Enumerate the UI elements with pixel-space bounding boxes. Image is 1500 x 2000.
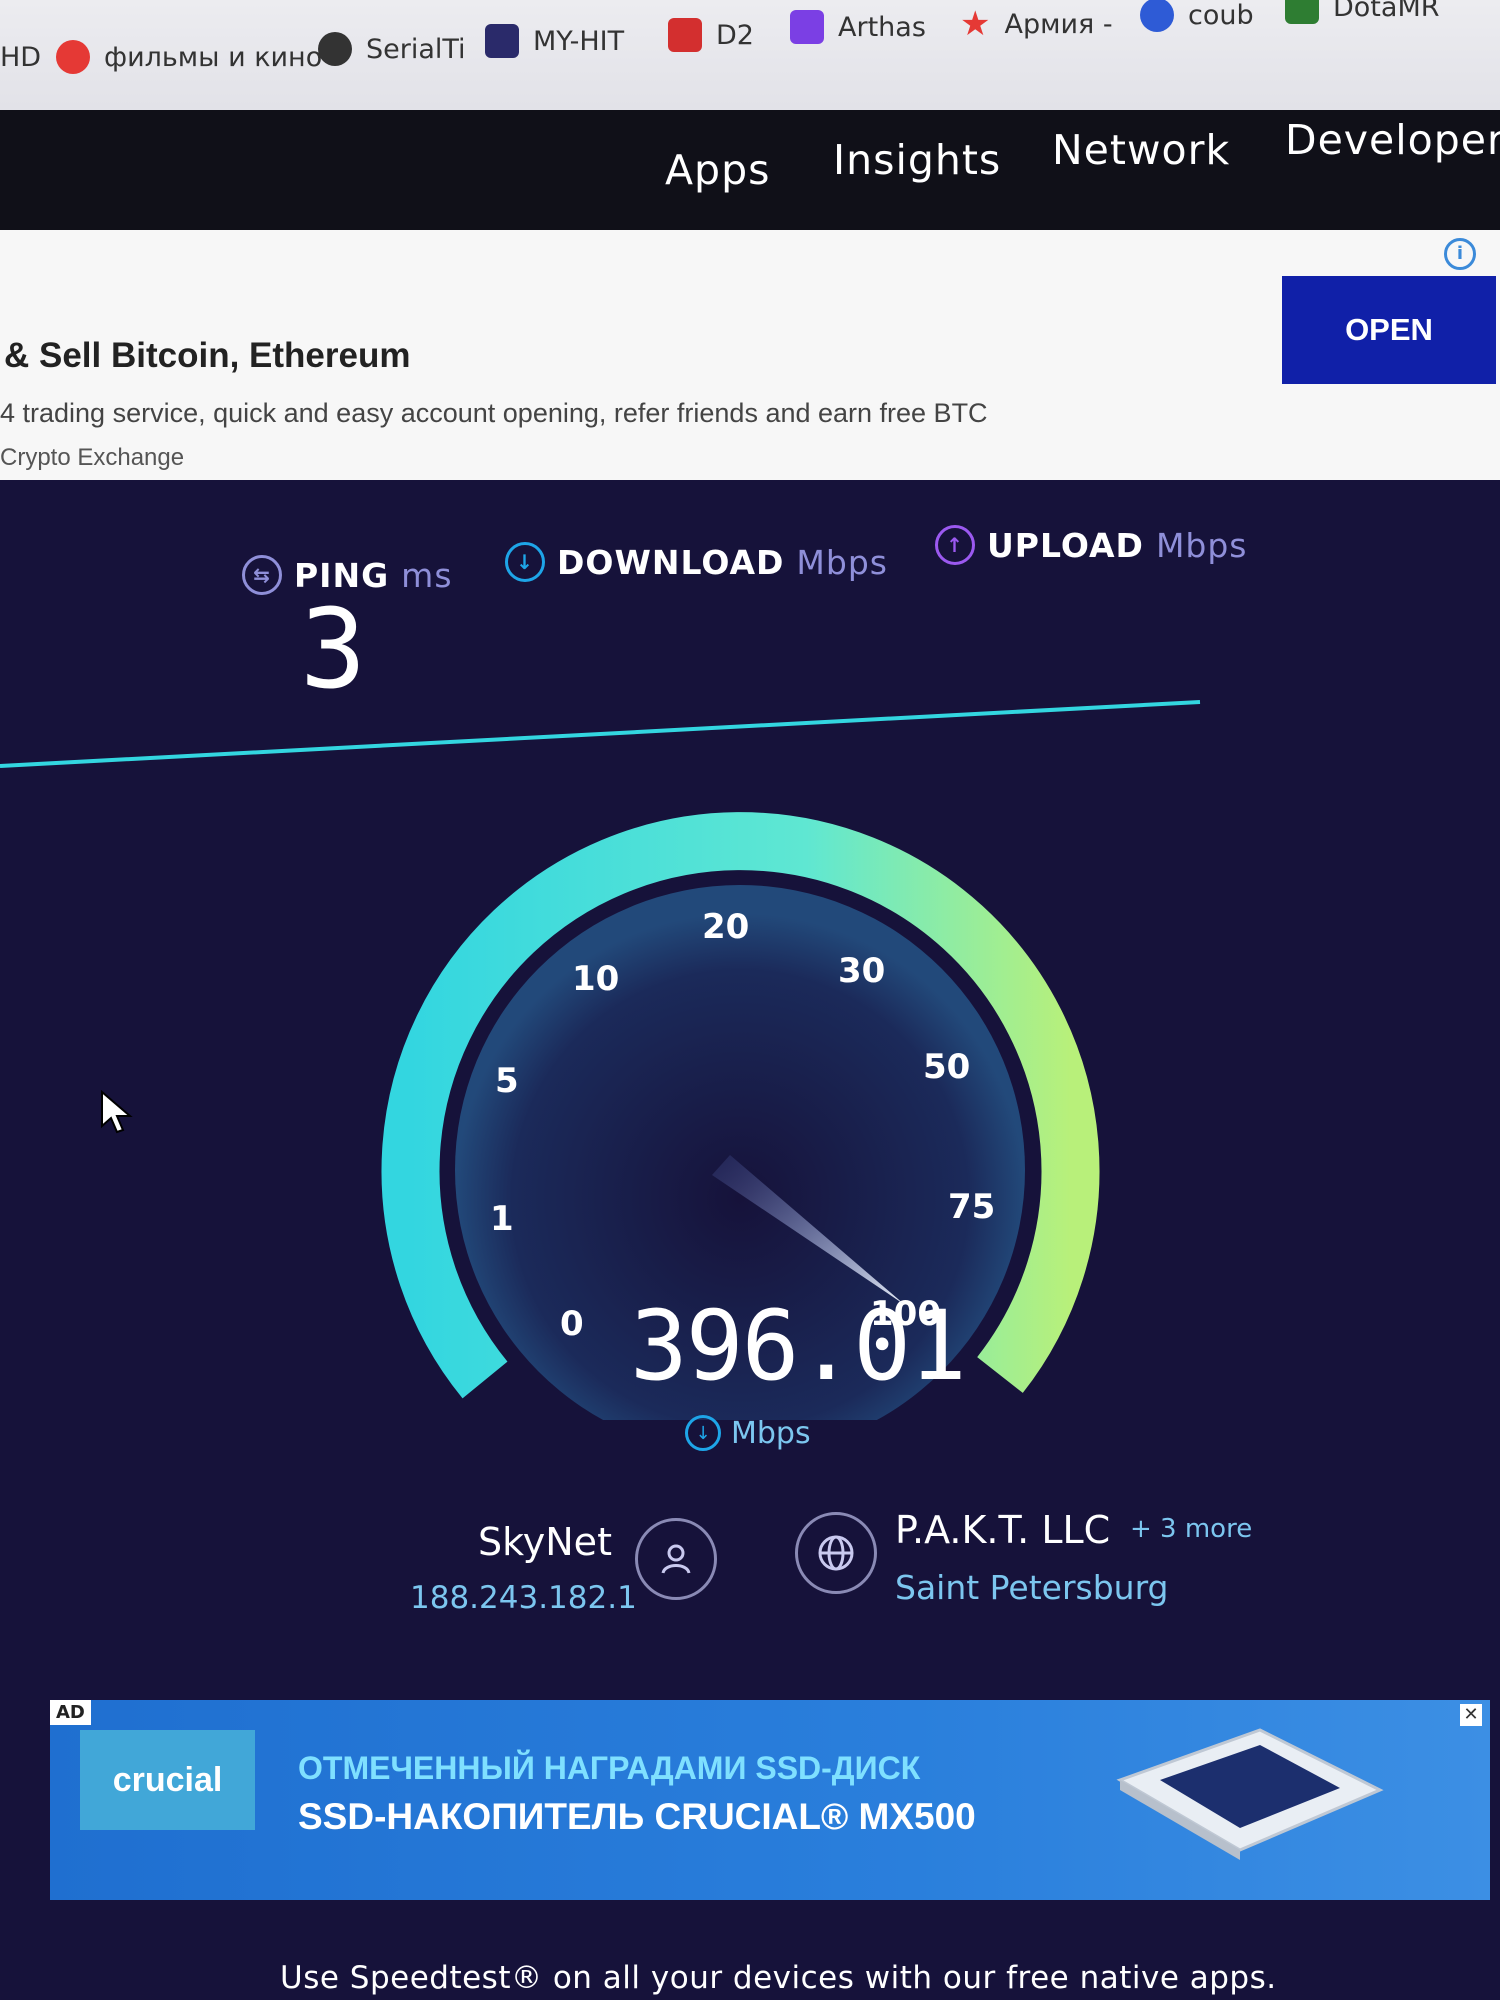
ad-open-button[interactable]: OPEN <box>1282 276 1496 384</box>
server-more-link[interactable]: + 3 more <box>1130 1514 1252 1544</box>
tick-30: 30 <box>838 951 885 991</box>
download-unit: Mbps <box>796 542 888 582</box>
nav-apps[interactable]: Apps <box>665 146 770 194</box>
bookmark-myhit[interactable]: MY-HIT <box>485 24 624 58</box>
bookmark-dotamr[interactable]: DotaMR <box>1285 0 1440 24</box>
globe-icon <box>818 1535 854 1571</box>
nav-developers[interactable]: Developers <box>1285 116 1500 164</box>
progress-line <box>0 700 1201 768</box>
ad-tag: AD <box>50 1700 91 1725</box>
ssd-image <box>1116 1728 1384 1860</box>
bookmark-label: SerialTi <box>366 33 466 65</box>
bookmark-label: DotaMR <box>1333 0 1440 23</box>
tick-1: 1 <box>490 1199 514 1239</box>
tick-75: 75 <box>948 1187 995 1227</box>
user-button[interactable] <box>635 1518 717 1600</box>
site-nav: Apps Insights Network Developers <box>0 110 1500 230</box>
bookmark-coub[interactable]: coub <box>1140 0 1254 32</box>
ad-headline: & Sell Bitcoin, Ethereum <box>4 336 411 375</box>
speed-value: 396.01 <box>630 1290 967 1402</box>
tick-0: 0 <box>560 1304 584 1344</box>
download-icon: ↓ <box>505 542 545 582</box>
ping-icon: ⇆ <box>242 555 282 595</box>
speed-unit-label: Mbps <box>731 1415 811 1451</box>
bookmark-label: фильмы и кино <box>104 41 323 73</box>
upload-header: ↑ UPLOAD Mbps <box>935 525 1248 565</box>
server-location: Saint Petersburg <box>895 1568 1169 1607</box>
close-icon[interactable]: ✕ <box>1460 1704 1482 1726</box>
cursor-icon <box>101 1090 133 1134</box>
server-name: P.A.K.T. LLC <box>895 1508 1111 1552</box>
bookmark-arthas[interactable]: Arthas <box>790 10 926 44</box>
bookmark-label: coub <box>1188 0 1254 31</box>
ad-banner[interactable]: i & Sell Bitcoin, Ethereum 4 trading ser… <box>0 230 1500 480</box>
twitch-icon <box>790 10 824 44</box>
bookmark-label: Arthas <box>838 11 926 43</box>
tick-20: 20 <box>702 907 749 947</box>
play-icon <box>56 40 90 74</box>
myhit-icon <box>485 24 519 58</box>
footer-text: Use Speedtest® on all your devices with … <box>280 1960 1277 1996</box>
tick-10: 10 <box>572 959 619 999</box>
speed-unit: ↓ Mbps <box>685 1415 811 1451</box>
ad-line-2: SSD-НАКОПИТЕЛЬ CRUCIAL® MX500 <box>298 1796 976 1837</box>
bookmark-label: HD <box>0 42 42 73</box>
tick-5: 5 <box>495 1061 519 1101</box>
ping-unit: ms <box>401 555 453 595</box>
server-button[interactable] <box>795 1512 877 1594</box>
tick-50: 50 <box>923 1047 970 1087</box>
isp-name: SkyNet <box>478 1520 612 1564</box>
upload-icon: ↑ <box>935 525 975 565</box>
ad-source: Crypto Exchange <box>0 444 185 471</box>
bookmark-films[interactable]: фильмы и кино <box>56 40 322 74</box>
bookmarks-bar: HD фильмы и кино SerialTi MY-HIT D2 Arth… <box>0 0 1500 112</box>
user-icon <box>661 1544 691 1574</box>
bookmark-hd[interactable]: HD <box>0 42 41 73</box>
bookmark-label: D2 <box>716 19 754 51</box>
upload-label: UPLOAD <box>987 525 1144 565</box>
ad-line-1: ОТМЕЧЕННЫЙ НАГРАДАМИ SSD-ДИСК <box>298 1750 921 1786</box>
globe-icon <box>318 32 352 66</box>
star-icon: ★ <box>960 4 991 44</box>
ad-subtitle: 4 trading service, quick and easy accoun… <box>0 398 988 428</box>
nav-insights[interactable]: Insights <box>833 136 1001 184</box>
download-icon: ↓ <box>685 1415 721 1451</box>
crucial-ad[interactable]: AD crucial ОТМЕЧЕННЫЙ НАГРАДАМИ SSD-ДИСК… <box>50 1700 1490 1900</box>
download-label: DOWNLOAD <box>557 542 785 582</box>
bookmark-army[interactable]: ★ Армия - <box>960 4 1113 44</box>
isp-ip: 188.243.182.1 <box>410 1580 637 1616</box>
nav-network[interactable]: Network <box>1052 126 1230 174</box>
crucial-logo: crucial <box>80 1730 255 1830</box>
bookmark-label: MY-HIT <box>533 25 625 57</box>
coub-icon <box>1140 0 1174 32</box>
bookmark-serialti[interactable]: SerialTi <box>318 32 466 66</box>
download-header: ↓ DOWNLOAD Mbps <box>505 542 888 582</box>
upload-unit: Mbps <box>1155 525 1248 565</box>
ad-info-icon[interactable]: i <box>1444 238 1476 270</box>
dota-icon <box>668 18 702 52</box>
bookmark-label: Армия - <box>1004 8 1113 40</box>
bookmark-d2[interactable]: D2 <box>668 18 754 52</box>
dotamr-icon <box>1285 0 1319 24</box>
